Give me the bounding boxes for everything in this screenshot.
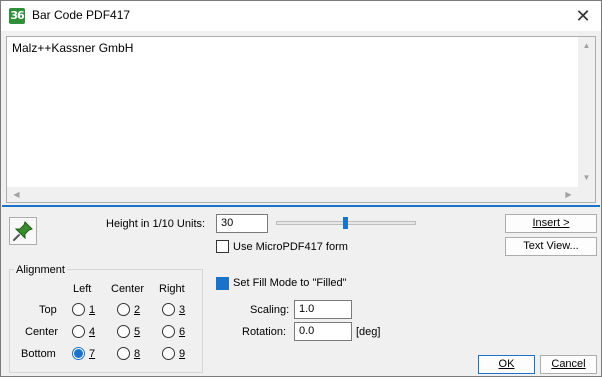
rotation-unit: [deg] <box>356 326 381 338</box>
scroll-down-icon[interactable]: ▼ <box>578 171 595 185</box>
pin-button[interactable] <box>9 217 37 245</box>
pin-icon <box>13 221 33 241</box>
micropdf-label: Use MicroPDF417 form <box>233 241 348 253</box>
height-slider-thumb[interactable] <box>343 217 348 229</box>
align-radio-1-label: 1 <box>89 304 96 316</box>
align-radio-3[interactable] <box>162 303 175 316</box>
micropdf-checkbox[interactable] <box>216 240 229 253</box>
align-radio-2[interactable] <box>117 303 130 316</box>
align-radio-4[interactable] <box>72 325 85 338</box>
horizontal-scrollbar[interactable]: ◀ ▶ <box>7 187 578 202</box>
align-radio-2-label: 2 <box>134 304 141 316</box>
text-view-label: Text View... <box>523 240 579 252</box>
column-header-center: Center <box>111 283 145 295</box>
row-label-bottom: Bottom <box>21 348 56 360</box>
align-radio-9[interactable] <box>162 347 175 360</box>
scroll-left-icon[interactable]: ◀ <box>9 187 24 202</box>
height-label: Height in 1/10 Units: <box>106 218 206 230</box>
rotation-label: Rotation: <box>242 326 287 338</box>
close-button[interactable]: ✕ <box>569 4 597 28</box>
vertical-scrollbar[interactable]: ▲ ▼ <box>578 37 595 187</box>
cancel-button[interactable]: Cancel <box>540 355 597 374</box>
title-bar: 36 Bar Code PDF417 ✕ <box>1 1 601 31</box>
align-radio-9-label: 9 <box>179 348 186 360</box>
align-radio-5[interactable] <box>117 325 130 338</box>
align-radio-6[interactable] <box>162 325 175 338</box>
barcode-text: Malz++Kassner GmbH <box>12 41 134 55</box>
align-radio-4-label: 4 <box>89 326 96 338</box>
ok-button[interactable]: OK <box>478 355 535 374</box>
scaling-label: Scaling: <box>250 304 290 316</box>
row-label-center: Center <box>25 326 59 338</box>
align-radio-8-label: 8 <box>134 348 141 360</box>
align-radio-6-label: 6 <box>179 326 186 338</box>
barcode-text-area[interactable]: Malz++Kassner GmbH ▲ ▼ ◀ ▶ <box>6 36 596 203</box>
align-radio-3-label: 3 <box>179 304 186 316</box>
align-radio-8[interactable] <box>117 347 130 360</box>
align-radio-7[interactable] <box>72 347 85 360</box>
row-label-top: Top <box>39 304 57 316</box>
rotation-input[interactable]: 0.0 <box>294 322 352 341</box>
align-radio-1[interactable] <box>72 303 85 316</box>
fill-mode-checkbox[interactable] <box>216 277 229 290</box>
scroll-up-icon[interactable]: ▲ <box>578 39 595 53</box>
close-icon: ✕ <box>575 6 591 26</box>
ok-label: OK <box>498 358 515 370</box>
scroll-corner <box>578 187 595 202</box>
text-view-button[interactable]: Text View... <box>505 237 597 256</box>
scaling-input[interactable]: 1.0 <box>294 300 352 319</box>
insert-button[interactable]: Insert > <box>505 214 597 233</box>
alignment-group-label: Alignment <box>14 264 67 276</box>
dialog-window: 36 Bar Code PDF417 ✕ Malz++Kassner GmbH … <box>0 0 602 377</box>
cancel-label: Cancel <box>551 358 586 370</box>
align-radio-7-label: 7 <box>89 348 96 360</box>
insert-label: Insert > <box>532 217 570 229</box>
height-input[interactable]: 30 <box>216 214 268 233</box>
divider <box>2 205 600 207</box>
window-title: Bar Code PDF417 <box>32 8 131 22</box>
align-radio-5-label: 5 <box>134 326 141 338</box>
scroll-right-icon[interactable]: ▶ <box>561 187 576 202</box>
column-header-left: Left <box>73 283 92 295</box>
column-header-right: Right <box>159 283 185 295</box>
app-icon: 36 <box>9 8 25 24</box>
fill-mode-label: Set Fill Mode to "Filled" <box>233 277 347 289</box>
